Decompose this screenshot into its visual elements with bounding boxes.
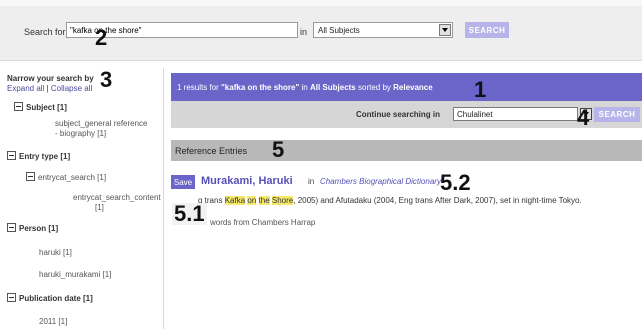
snippet-post: , 2005) and Afutadaku (2004, Eng trans A… (293, 196, 582, 205)
highlight-kafka: Kafka (224, 196, 246, 205)
facet-entry-type-label: Entry type [1] (19, 152, 71, 161)
entry-word-count: words from Chambers Harrap (210, 218, 316, 227)
chevron-down-icon[interactable] (439, 24, 451, 36)
annotation-marker-2: 2 (95, 25, 108, 50)
facet-person-label: Person [1] (19, 224, 59, 233)
summary-query: "kafka on the shore" (221, 83, 300, 92)
expand-all-link[interactable]: Expand all (7, 84, 44, 93)
results-summary-bar: 1 results for "kafka on the shore" in Al… (171, 73, 642, 101)
entry-in-word: in (308, 177, 315, 186)
search-label: Search for (24, 27, 66, 37)
summary-prefix: 1 results for (177, 83, 222, 92)
search-button[interactable]: SEARCH (465, 22, 509, 38)
summary-scope: All Subjects (309, 83, 356, 92)
facet-subject[interactable]: Subject [1] (14, 102, 67, 112)
reference-entries-header: Reference Entries (171, 140, 642, 161)
highlight-the: the (258, 196, 270, 205)
facet-entry-sub-label: entrycat_search [1] (38, 173, 107, 182)
facet-entry-type[interactable]: Entry type [1] (7, 151, 70, 161)
facet-item-subject-cont[interactable]: - biography [1] (55, 129, 106, 138)
annotation-marker-4: 4 (577, 105, 590, 130)
annotation-marker-1: 1 (474, 77, 487, 102)
collapse-icon[interactable] (14, 102, 23, 111)
continue-search-button[interactable]: SEARCH (594, 107, 640, 122)
save-button[interactable]: Save (171, 175, 195, 189)
facet-person[interactable]: Person [1] (7, 223, 58, 233)
highlight-shore: Shore (271, 196, 294, 205)
facet-item-haruki[interactable]: haruki [1] (39, 248, 72, 257)
annotation-marker-5-1: 5.1 (172, 201, 207, 226)
continue-select[interactable]: Chulalinet (453, 107, 578, 121)
facet-subject-label: Subject [1] (26, 103, 67, 112)
annotation-marker-3: 3 (100, 67, 113, 92)
collapse-icon[interactable] (7, 151, 16, 160)
subject-select-value: All Subjects (318, 26, 360, 35)
facet-item-entrycat[interactable]: entrycat_search_content (73, 193, 161, 202)
collapse-icon[interactable] (7, 223, 16, 232)
facet-item-2011[interactable]: 2011 [1] (39, 317, 67, 326)
facet-item-haruki-murakami[interactable]: haruki_murakami [1] (39, 270, 111, 279)
entry-snippet: g trans Kafka on the Shore, 2005) and Af… (198, 196, 582, 205)
summary-sorted: sorted by (355, 83, 394, 92)
facet-item-entrycat-count[interactable]: [1] (95, 203, 104, 212)
summary-mid: in (299, 83, 310, 92)
results-summary: 1 results for "kafka on the shore" in Al… (177, 83, 433, 92)
continue-label: Continue searching in (356, 110, 441, 119)
annotation-marker-5-2: 5.2 (440, 170, 471, 195)
subject-select[interactable]: All Subjects (313, 22, 453, 38)
in-label: in (300, 27, 308, 37)
entry-title-link[interactable]: Murakami, Haruki (201, 175, 293, 187)
summary-sort: Relevance (393, 83, 433, 92)
expand-collapse-links: Expand all | Collapse all (7, 84, 92, 93)
collapse-icon[interactable] (26, 172, 35, 181)
top-strip (0, 0, 642, 6)
link-separator: | (46, 84, 49, 93)
sidebar-title: Narrow your search by (7, 74, 94, 83)
collapse-all-link[interactable]: Collapse all (51, 84, 92, 93)
continue-select-value: Chulalinet (457, 110, 493, 119)
continue-searching-bar: Continue searching in Chulalinet SEARCH (171, 101, 642, 128)
sidebar-divider (163, 68, 164, 329)
facet-item-subject[interactable]: subject_general reference (55, 119, 148, 128)
facet-publication-date-label: Publication date [1] (19, 294, 93, 303)
reference-entries-title: Reference Entries (175, 146, 248, 156)
entry-source-link[interactable]: Chambers Biographical Dictionary (320, 177, 441, 186)
facet-entry-sub[interactable]: entrycat_search [1] (26, 172, 106, 182)
highlight-on: on (247, 196, 257, 205)
annotation-marker-5: 5 (272, 137, 285, 162)
collapse-icon[interactable] (7, 293, 16, 302)
facet-publication-date[interactable]: Publication date [1] (7, 293, 93, 303)
